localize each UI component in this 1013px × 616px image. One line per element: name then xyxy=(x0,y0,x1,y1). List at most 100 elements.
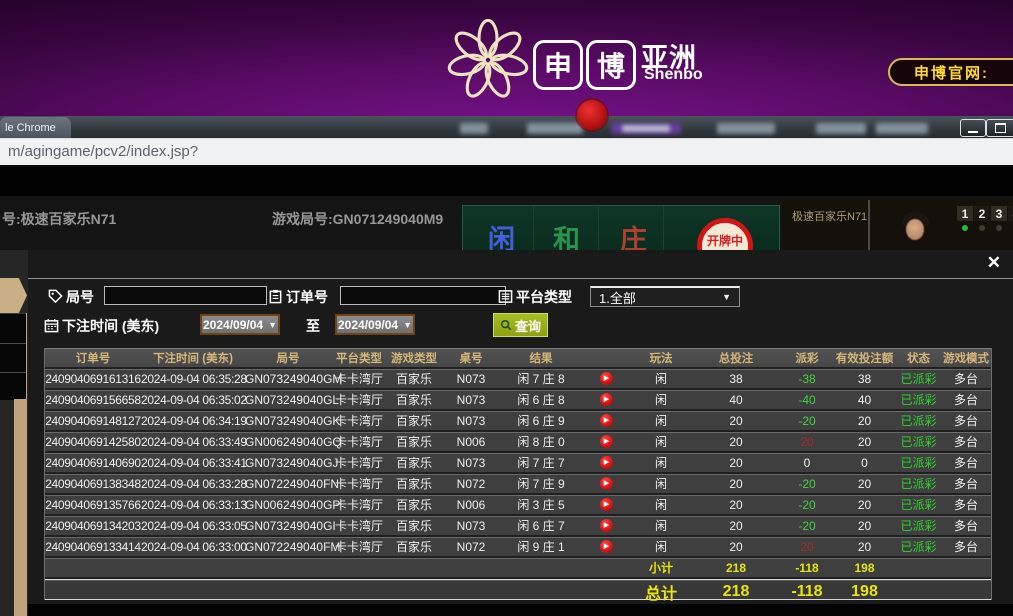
bet-time-cell: 2024-09-04 06:33:49 xyxy=(141,435,245,449)
payout-cell: -40 xyxy=(781,393,833,407)
replay-cell: ▶ xyxy=(581,393,631,406)
replay-button[interactable]: ▶ xyxy=(600,393,613,406)
maximize-button[interactable] xyxy=(986,119,1013,137)
platform-cell: 卡卡湾厅 xyxy=(331,412,387,429)
nav-item-blurred[interactable] xyxy=(876,123,928,134)
order-no-cell: 240904069142580 xyxy=(45,435,141,449)
column-header: 游戏类型 xyxy=(387,350,441,366)
game-type-cell: 百家乐 xyxy=(387,517,441,534)
replay-cell: ▶ xyxy=(581,477,631,490)
status-cell: 已派彩 xyxy=(896,517,941,534)
valid-bet-cell: 40 xyxy=(833,393,896,407)
round-no-input[interactable] xyxy=(104,286,267,305)
result-cell: 闲 7 庄 7 xyxy=(501,454,581,471)
replay-cell: ▶ xyxy=(581,519,631,532)
browser-tab[interactable]: le Chrome xyxy=(0,117,71,138)
result-cell: 闲 6 庄 9 xyxy=(501,412,581,429)
platform-type-select[interactable]: 1.全部 ▼ xyxy=(590,286,740,307)
camera-number[interactable]: 3 xyxy=(991,206,1007,221)
table-no-cell: N073 xyxy=(441,372,501,386)
replay-cell: ▶ xyxy=(581,372,631,385)
official-site-pill[interactable]: 申博官网: xyxy=(888,58,1013,86)
game-type-cell: 百家乐 xyxy=(387,412,441,429)
replay-button[interactable]: ▶ xyxy=(600,456,613,469)
camera-active-dot xyxy=(962,225,968,231)
game-mode-cell: 多台 xyxy=(941,496,991,513)
replay-button[interactable]: ▶ xyxy=(600,540,613,553)
replay-button[interactable]: ▶ xyxy=(600,435,613,448)
valid-bet-cell: 0 xyxy=(833,456,896,470)
total-valid-bet: 198 xyxy=(833,583,896,601)
replay-button[interactable]: ▶ xyxy=(600,477,613,490)
total-bet-cell: 20 xyxy=(691,519,781,533)
search-icon xyxy=(500,319,512,331)
total-bet-cell: 40 xyxy=(691,393,781,407)
replay-button[interactable]: ▶ xyxy=(600,498,613,511)
game-type-cell: 百家乐 xyxy=(387,370,441,387)
game-type-cell: 百家乐 xyxy=(387,496,441,513)
payout-cell: 0 xyxy=(781,456,833,470)
game-mode-cell: 多台 xyxy=(941,538,991,555)
platform-cell: 卡卡湾厅 xyxy=(331,370,387,387)
replay-button[interactable]: ▶ xyxy=(600,519,613,532)
play-icon: ▶ xyxy=(604,459,609,466)
status-cell: 已派彩 xyxy=(896,433,941,450)
replay-cell: ▶ xyxy=(581,414,631,427)
nav-item-blurred[interactable] xyxy=(717,123,775,134)
play-type-cell: 闲 xyxy=(631,433,691,450)
column-header: 玩法 xyxy=(631,350,691,366)
slot-divider xyxy=(0,372,26,373)
camera-number[interactable]: 2 xyxy=(974,206,990,221)
close-icon[interactable]: ✕ xyxy=(987,253,1001,273)
platform-cell: 卡卡湾厅 xyxy=(331,496,387,513)
nav-item-blurred[interactable] xyxy=(527,123,583,134)
camera-number[interactable]: 1 xyxy=(957,206,973,221)
replay-button[interactable]: ▶ xyxy=(600,372,613,385)
platform-cell: 卡卡湾厅 xyxy=(331,517,387,534)
game-mode-cell: 多台 xyxy=(941,412,991,429)
game-type-cell: 百家乐 xyxy=(387,433,441,450)
subtotal-valid-bet: 198 xyxy=(833,561,896,575)
table-header-row: 订单号下注时间 (美东)局号平台类型游戏类型桌号结果玩法总投注派彩有效投注额状态… xyxy=(45,348,991,367)
result-cell: 闲 6 庄 7 xyxy=(501,517,581,534)
result-cell: 闲 8 庄 0 xyxy=(501,433,581,450)
status-cell: 已派彩 xyxy=(896,454,941,471)
bet-time-cell: 2024-09-04 06:35:28 xyxy=(141,372,245,386)
game-mode-cell: 多台 xyxy=(941,517,991,534)
query-button-label: 查询 xyxy=(515,316,541,335)
nav-item-blurred[interactable] xyxy=(816,123,866,134)
nav-item-blurred[interactable] xyxy=(460,123,488,134)
play-type-cell: 闲 xyxy=(631,496,691,513)
table-no-cell: N073 xyxy=(441,414,501,428)
order-no-cell: 240904069161316 xyxy=(45,372,141,386)
order-no-cell: 240904069138348 xyxy=(45,477,141,491)
play-type-cell: 闲 xyxy=(631,391,691,408)
total-bet-cell: 20 xyxy=(691,414,781,428)
order-no-input[interactable] xyxy=(340,286,506,305)
query-button[interactable]: 查询 xyxy=(493,313,548,337)
date-to-select[interactable]: 2024/09/04 ▼ xyxy=(335,314,415,335)
play-icon: ▶ xyxy=(604,522,609,529)
table-row: 240904069133414 2024-09-04 06:33:00 GN07… xyxy=(45,537,991,556)
table-row: 240904069135766 2024-09-04 06:33:13 GN00… xyxy=(45,495,991,514)
camera-number[interactable]: 4 xyxy=(1008,206,1013,221)
valid-bet-cell: 20 xyxy=(833,540,896,554)
table-body: 240904069161316 2024-09-04 06:35:28 GN07… xyxy=(45,369,991,556)
replay-button[interactable]: ▶ xyxy=(600,414,613,427)
replay-cell: ▶ xyxy=(581,498,631,511)
valid-bet-cell: 38 xyxy=(833,372,896,386)
platform-cell: 卡卡湾厅 xyxy=(331,391,387,408)
order-no-cell: 240904069133414 xyxy=(45,540,141,554)
game-mode-cell: 多台 xyxy=(941,475,991,492)
bet-time-label: 下注时间 (美东) xyxy=(62,316,159,336)
date-from-select[interactable]: 2024/09/04 ▼ xyxy=(200,314,280,335)
total-label: 总计 xyxy=(631,580,691,604)
status-cell: 已派彩 xyxy=(896,475,941,492)
order-no-cell: 240904069140690 xyxy=(45,456,141,470)
minimize-button[interactable] xyxy=(960,119,986,137)
table-no-cell: N072 xyxy=(441,477,501,491)
status-cell: 已派彩 xyxy=(896,370,941,387)
play-type-cell: 闲 xyxy=(631,370,691,387)
round-no-cell: GN072249040FN xyxy=(245,477,331,491)
column-header: 状态 xyxy=(896,350,941,366)
